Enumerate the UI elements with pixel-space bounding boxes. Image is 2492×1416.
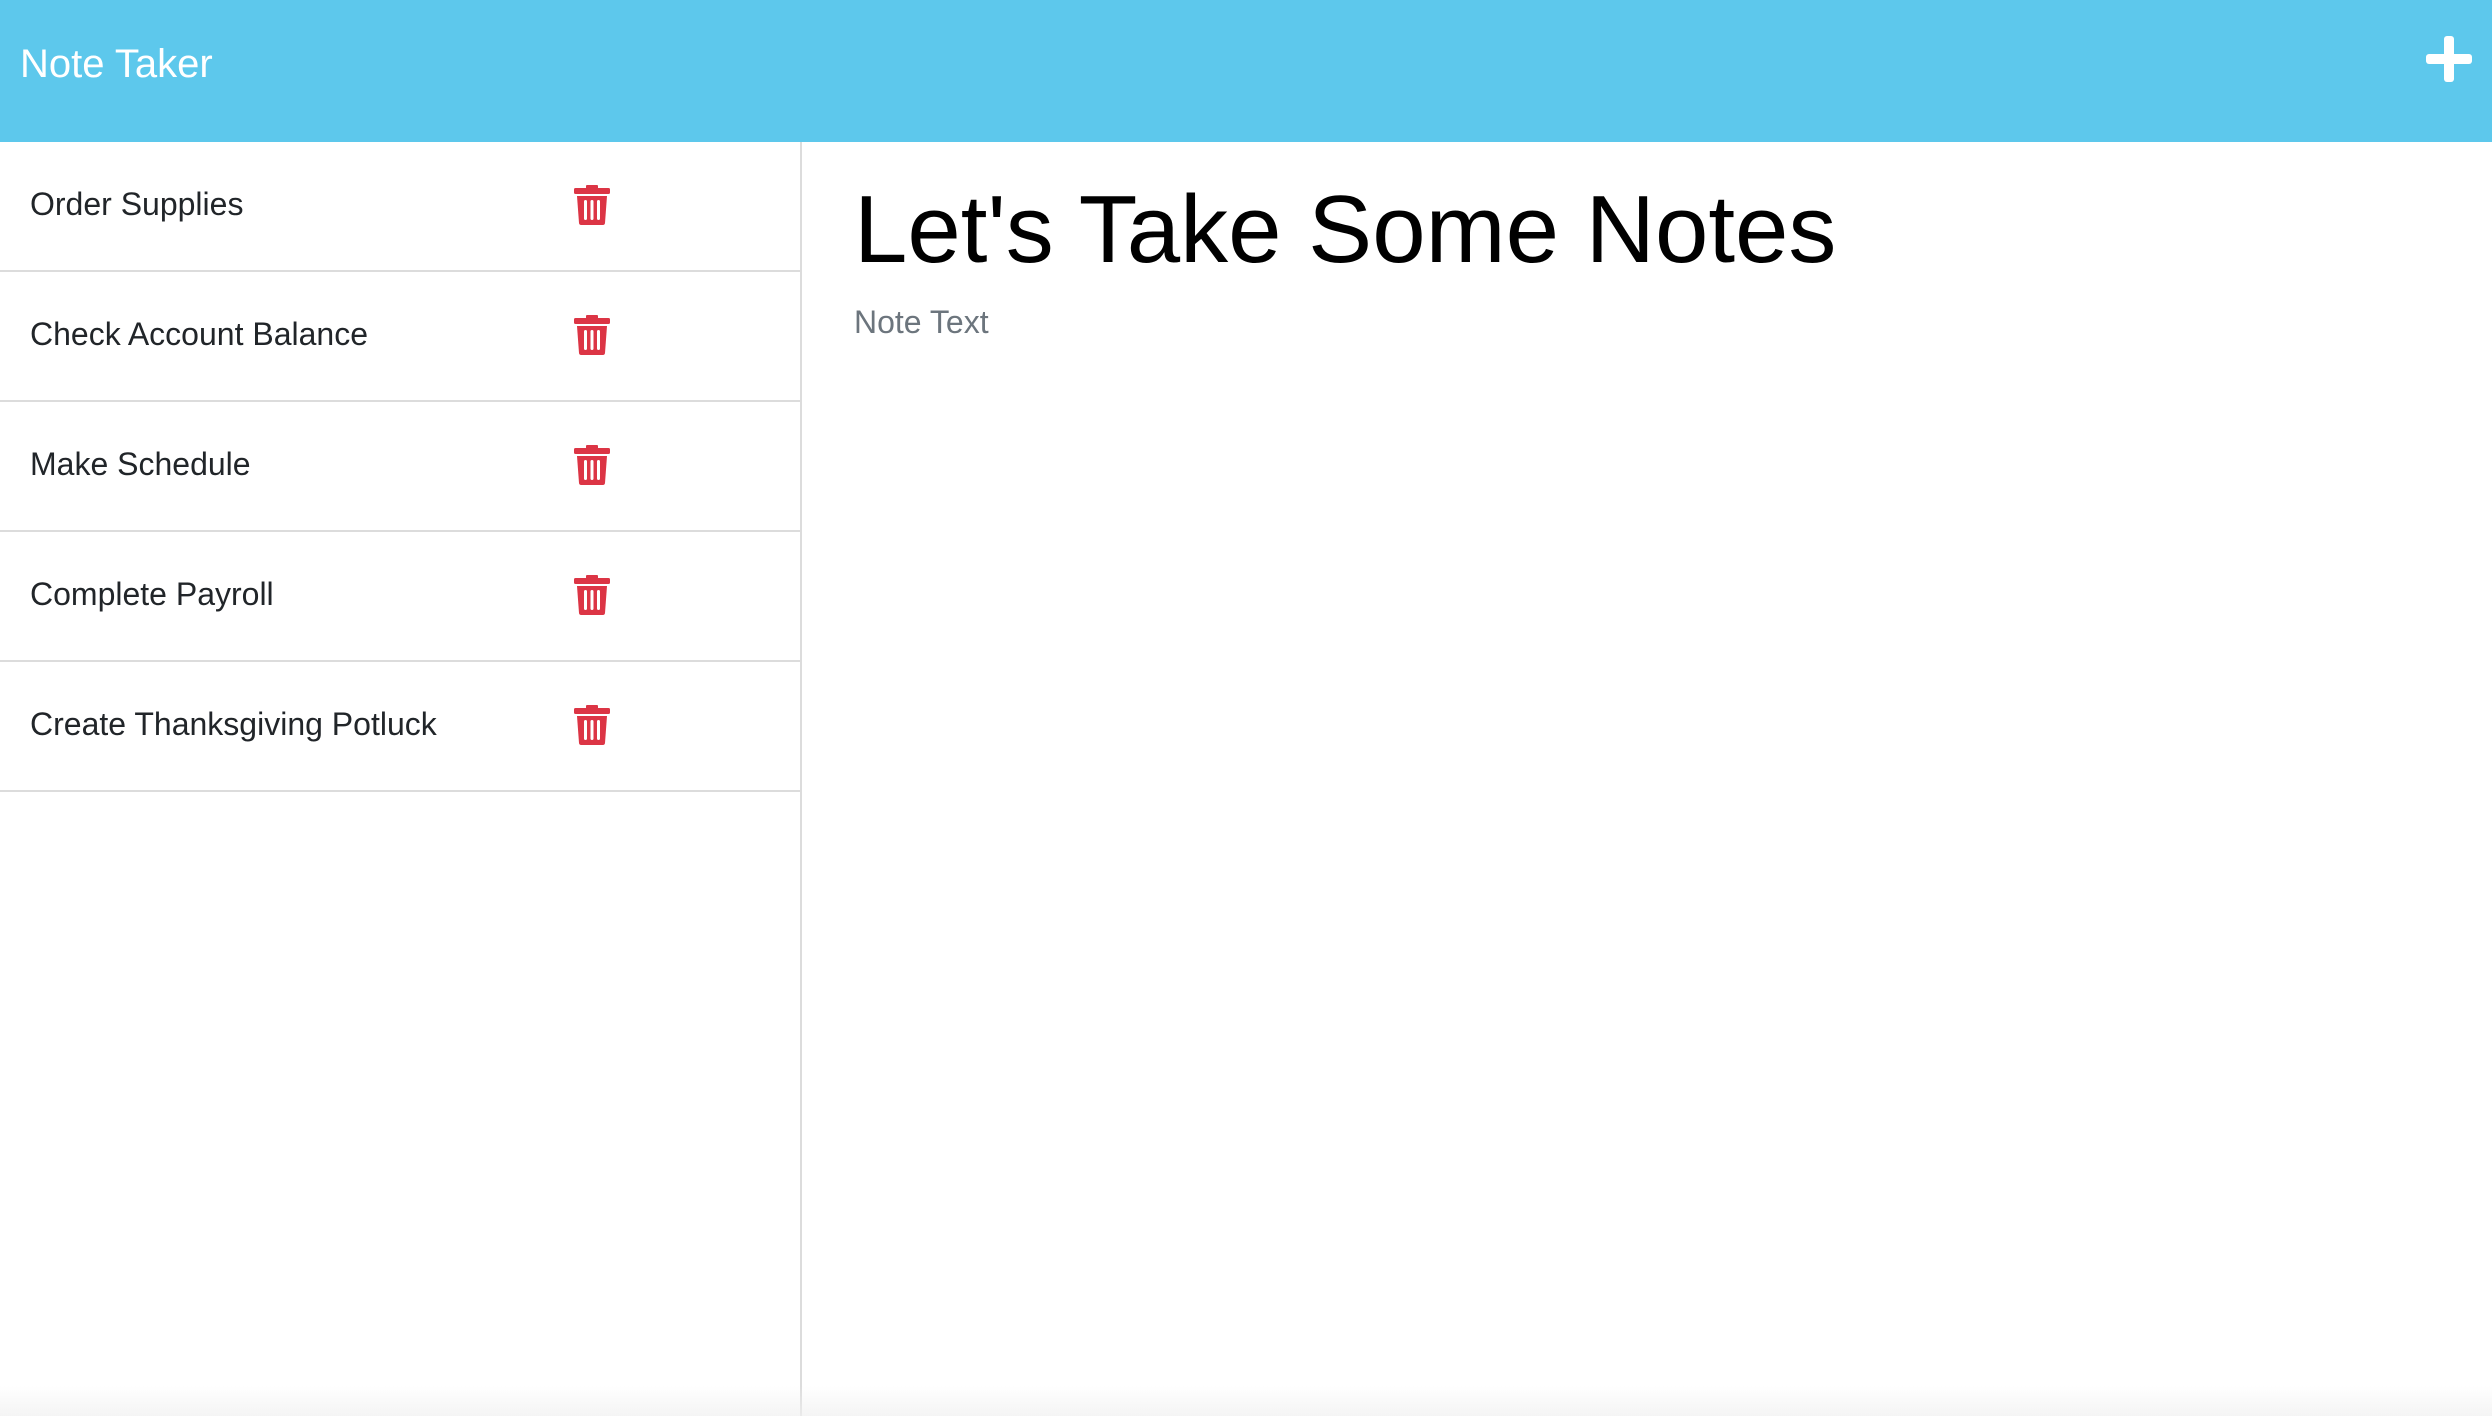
trash-icon[interactable] <box>574 575 610 615</box>
sidebar: Order Supplies Check Account Balance Mak… <box>0 142 802 1416</box>
note-title: Complete Payroll <box>30 576 274 612</box>
note-title: Order Supplies <box>30 186 244 222</box>
trash-icon[interactable] <box>574 445 610 485</box>
note-title: Create Thanksgiving Potluck <box>30 706 437 742</box>
list-item[interactable]: Complete Payroll <box>0 532 800 662</box>
note-title: Make Schedule <box>30 446 251 482</box>
list-item[interactable]: Create Thanksgiving Potluck <box>0 662 800 792</box>
brand-link[interactable]: Note Taker <box>20 36 213 92</box>
trash-icon[interactable] <box>574 705 610 745</box>
note-title: Check Account Balance <box>30 316 368 352</box>
note-text-area[interactable] <box>854 300 2414 1360</box>
list-item[interactable]: Make Schedule <box>0 402 800 532</box>
list-item[interactable]: Check Account Balance <box>0 272 800 402</box>
list-item[interactable]: Order Supplies <box>0 142 800 272</box>
plus-icon[interactable] <box>2426 36 2472 82</box>
navbar: Note Taker <box>0 0 2492 142</box>
trash-icon[interactable] <box>574 315 610 355</box>
note-title-input[interactable] <box>854 170 2414 290</box>
note-list: Order Supplies Check Account Balance Mak… <box>0 142 800 792</box>
note-editor <box>804 142 2492 1416</box>
trash-icon[interactable] <box>574 185 610 225</box>
